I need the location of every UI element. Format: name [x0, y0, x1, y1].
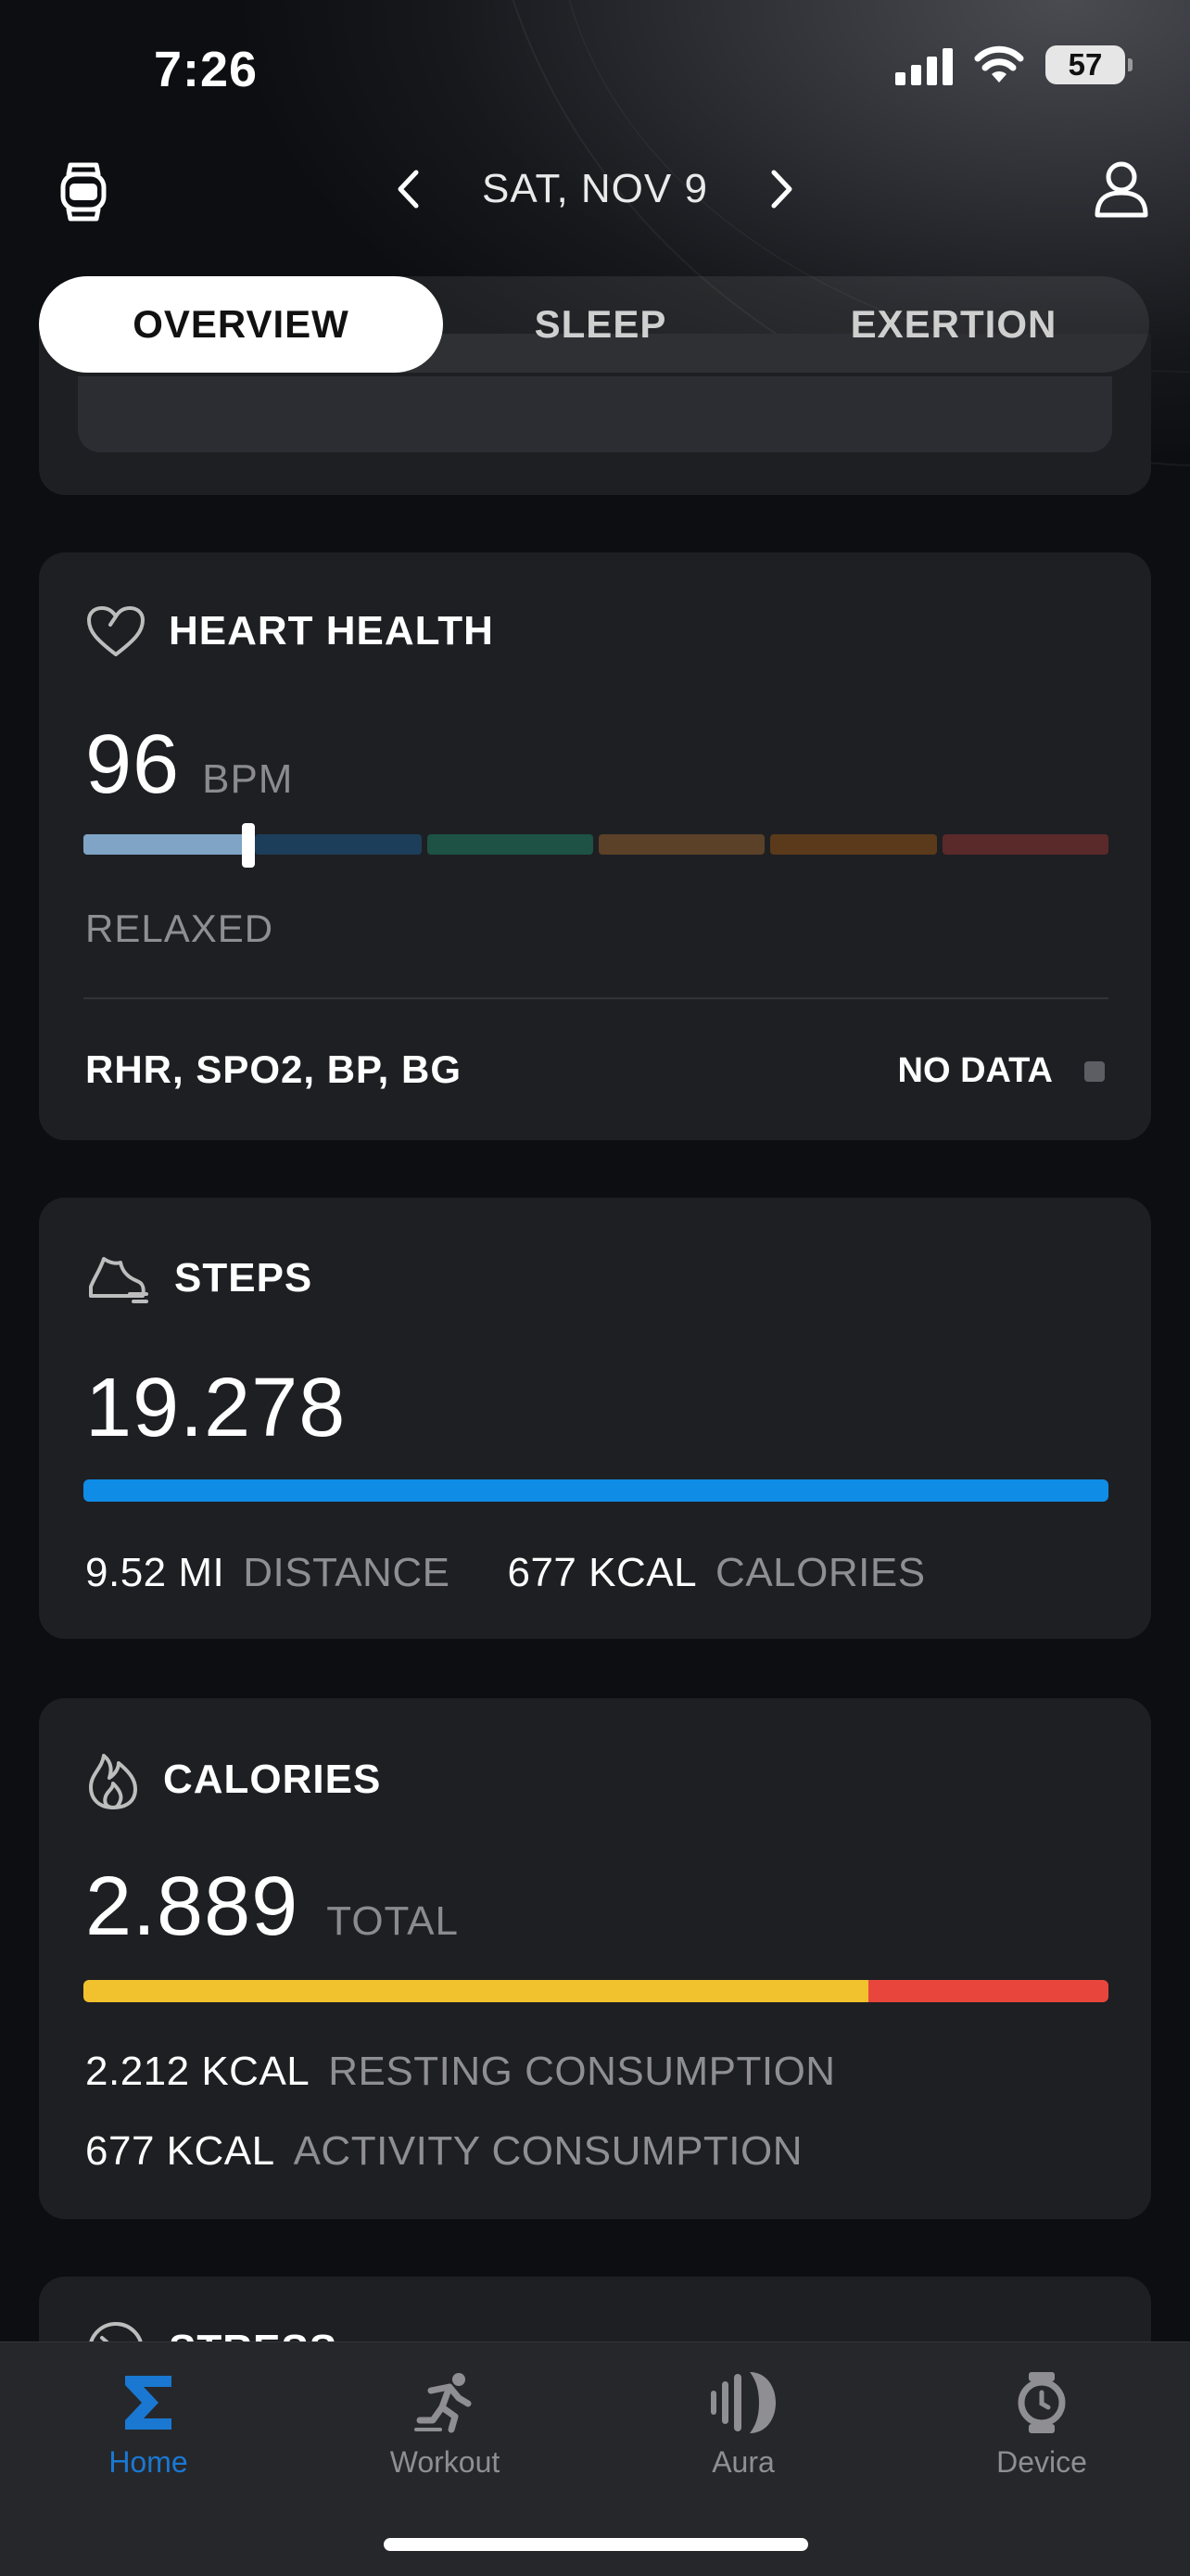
heart-zone-segment: [255, 834, 422, 855]
resting-calories-segment: [83, 1980, 869, 2002]
home-indicator[interactable]: [384, 2538, 808, 2551]
heart-rate-unit: BPM: [202, 756, 294, 802]
heart-rate-number: 96: [85, 718, 181, 811]
sigma-icon: [125, 2376, 171, 2430]
resting-value: 2.212 KCAL: [85, 2049, 310, 2094]
battery-indicator: 57: [1045, 45, 1133, 84]
heart-icon: [87, 606, 145, 656]
view-tabs: OVERVIEW SLEEP EXERTION: [39, 276, 1149, 373]
current-date[interactable]: SAT, NOV 9: [482, 166, 708, 212]
distance-value: 9.52 MI: [85, 1550, 225, 1595]
resting-label: RESTING CONSUMPTION: [328, 2049, 836, 2094]
heart-metrics-status: NO DATA: [898, 1051, 1105, 1091]
steps-progress-bar: [83, 1479, 1108, 1502]
calories-card[interactable]: CALORIES 2.889 TOTAL 2.212 KCAL RESTING C…: [39, 1698, 1151, 2219]
nav-label: Home: [108, 2445, 188, 2479]
next-day-button[interactable]: [764, 159, 801, 219]
heart-metrics-label[interactable]: RHR, SPO2, BP, BG: [85, 1047, 462, 1092]
card-title: HEART HEALTH: [169, 608, 494, 654]
nav-home[interactable]: Home: [56, 2370, 241, 2480]
heart-zone-segment: [83, 834, 250, 855]
nav-device[interactable]: Device: [949, 2370, 1134, 2480]
resting-consumption-row: 2.212 KCAL RESTING CONSUMPTION: [85, 2049, 836, 2095]
status-square-icon: [1084, 1060, 1105, 1082]
activity-label: ACTIVITY CONSUMPTION: [293, 2128, 804, 2174]
calories-split-bar: [83, 1980, 1108, 2002]
heart-zone-segment: [598, 834, 766, 855]
wifi-icon: [974, 45, 1024, 82]
date-navigator: SAT, NOV 9: [0, 159, 1190, 219]
heart-zone-segment: [426, 834, 593, 855]
heart-zone-label: RELAXED: [85, 907, 274, 950]
steps-card[interactable]: STEPS 19.278 9.52 MI DISTANCE 677 KCAL C…: [39, 1198, 1151, 1639]
heart-zone-segment: [942, 834, 1108, 855]
previous-day-button[interactable]: [389, 159, 426, 219]
steps-value: 19.278: [85, 1362, 347, 1454]
status-indicators: 57: [895, 44, 1133, 85]
steps-calories-value: 677 KCAL: [507, 1550, 698, 1595]
no-data-label: NO DATA: [897, 1051, 1053, 1090]
nav-label: Aura: [712, 2445, 775, 2479]
shoe-icon: [89, 1257, 148, 1303]
card-divider: [83, 997, 1108, 999]
nav-label: Workout: [389, 2445, 500, 2479]
chevron-left-icon: [398, 170, 419, 209]
heart-zone-segment: [770, 834, 937, 855]
calories-total: 2.889 TOTAL: [85, 1859, 459, 1955]
heart-health-card[interactable]: HEART HEALTH 96 BPM RELAXED RHR, SPO2, BP…: [39, 552, 1151, 1140]
card-title: CALORIES: [163, 1757, 382, 1802]
calories-total-number: 2.889: [85, 1860, 299, 1953]
tab-overview[interactable]: OVERVIEW: [39, 276, 443, 373]
tab-exertion[interactable]: EXERTION: [758, 276, 1149, 373]
watch-icon: [1018, 2372, 1066, 2433]
activity-value: 677 KCAL: [85, 2128, 275, 2174]
distance-label: DISTANCE: [243, 1550, 450, 1595]
profile-icon[interactable]: [1092, 159, 1151, 223]
nav-workout[interactable]: Workout: [352, 2370, 538, 2480]
chevron-right-icon: [771, 170, 792, 209]
heart-rate-marker: [242, 823, 256, 868]
activity-calories-segment: [868, 1980, 1108, 2002]
heart-rate-value: 96 BPM: [85, 717, 293, 813]
calories-header: CALORIES: [85, 1748, 381, 1811]
aura-icon: [711, 2372, 776, 2433]
activity-consumption-row: 677 KCAL ACTIVITY CONSUMPTION: [85, 2128, 803, 2175]
calories-total-unit: TOTAL: [326, 1898, 459, 1944]
nav-label: Device: [996, 2445, 1087, 2479]
status-time: 7:26: [154, 42, 259, 97]
card-title: STEPS: [174, 1255, 313, 1301]
steps-calories-label: CALORIES: [715, 1550, 926, 1595]
previous-card-inner: [78, 376, 1112, 452]
nav-aura[interactable]: Aura: [651, 2370, 836, 2480]
steps-header: STEPS: [85, 1250, 312, 1307]
heart-rate-zone-bar: [83, 834, 1108, 855]
heart-health-header: HEART HEALTH: [85, 604, 494, 658]
cellular-signal-icon: [895, 44, 953, 85]
flame-icon: [89, 1754, 137, 1809]
tab-sleep[interactable]: SLEEP: [443, 276, 758, 373]
runner-icon: [414, 2373, 472, 2433]
steps-details: 9.52 MI DISTANCE 677 KCAL CALORIES: [85, 1550, 926, 1596]
